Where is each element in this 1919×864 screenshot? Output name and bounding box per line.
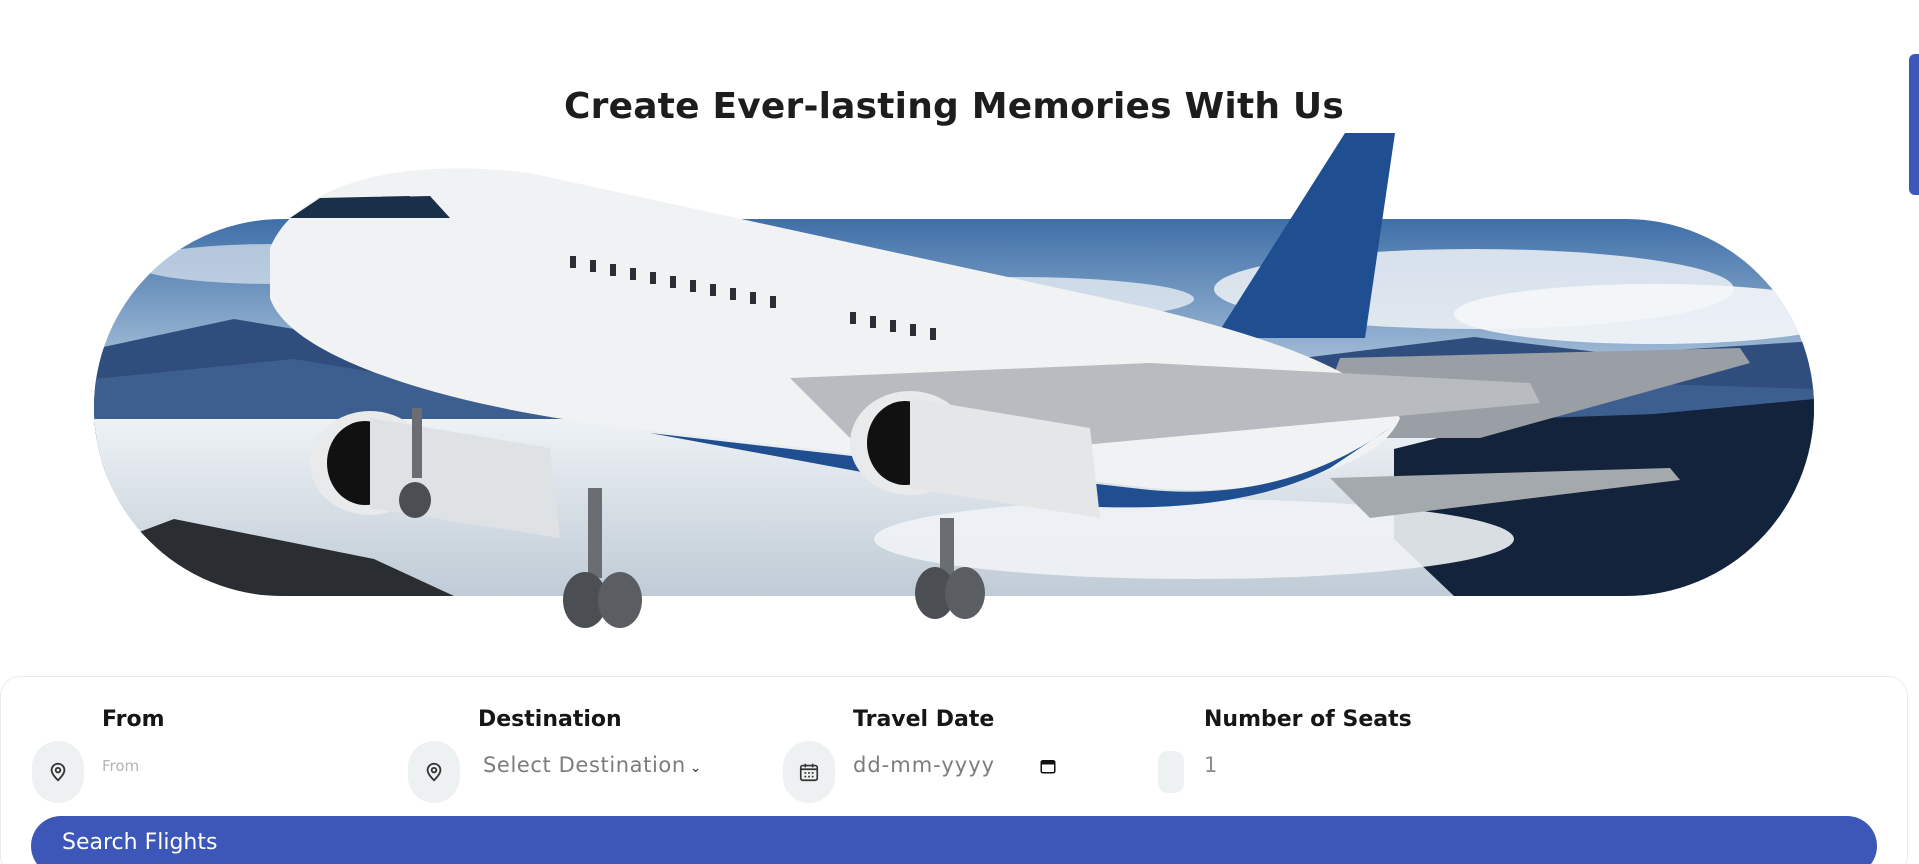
destination-label: Destination — [478, 707, 622, 732]
destination-field[interactable]: Destination Select Destination ⌄ — [408, 707, 748, 803]
scrollbar-thumb[interactable] — [1909, 54, 1919, 195]
travel-date-field[interactable]: Travel Date dd-mm-yyyy — [783, 707, 1123, 803]
location-pin-icon — [32, 741, 84, 803]
seats-label: Number of Seats — [1204, 707, 1412, 732]
location-pin-icon — [408, 741, 460, 803]
destination-select-value: Select Destination — [483, 753, 686, 777]
from-input[interactable]: From — [102, 757, 139, 775]
seat-icon — [1158, 751, 1184, 793]
seats-field[interactable]: Number of Seats 1 — [1158, 707, 1558, 793]
chevron-down-icon: ⌄ — [689, 760, 703, 776]
travel-date-label: Travel Date — [853, 707, 995, 732]
destination-select[interactable]: Select Destination ⌄ — [483, 753, 702, 777]
airplane-image — [270, 133, 1750, 628]
from-label: From — [102, 707, 165, 732]
from-field[interactable]: From From — [32, 707, 372, 803]
calendar-picker-icon[interactable] — [1039, 757, 1057, 775]
calendar-icon — [783, 741, 835, 803]
search-flights-button[interactable]: Search Flights — [31, 816, 1877, 864]
seats-input[interactable]: 1 — [1204, 753, 1217, 777]
travel-date-input[interactable]: dd-mm-yyyy — [853, 753, 995, 777]
page: Create Ever-lasting Memories With Us Fro… — [0, 0, 1919, 864]
